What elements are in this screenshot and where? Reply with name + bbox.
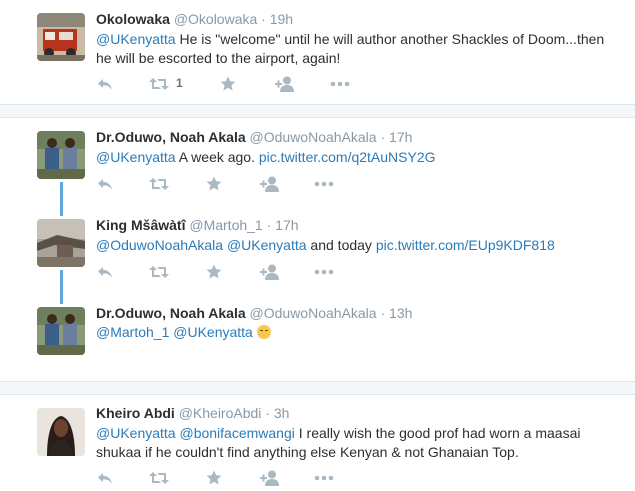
username[interactable]: @OduwoNoahAkala xyxy=(250,305,377,321)
dot-separator: · xyxy=(265,405,270,421)
retweet-count: 1 xyxy=(176,76,183,90)
tweet-header: Okolowaka @Okolowaka · 19h xyxy=(96,11,293,27)
more-dots-icon[interactable] xyxy=(330,75,350,93)
tweet-text: @UKenyatta A week ago. pic.twitter.com/q… xyxy=(96,148,616,167)
mention-link[interactable]: @UKenyatta xyxy=(173,324,253,340)
favorite-star-icon[interactable] xyxy=(205,263,223,281)
reply-icon[interactable] xyxy=(96,175,114,193)
pic-link[interactable]: pic.twitter.com/EUp9KDF818 xyxy=(376,237,555,253)
text-segment: and today xyxy=(306,237,376,253)
display-name[interactable]: Dr.Oduwo, Noah Akala xyxy=(96,129,246,145)
thread-line xyxy=(60,182,63,216)
tweet-header: King Mšâwàtî @Martoh_1 · 17h xyxy=(96,217,299,233)
tweet-header: Dr.Oduwo, Noah Akala @OduwoNoahAkala · 1… xyxy=(96,305,412,321)
pic-link[interactable]: pic.twitter.com/q2tAuNSY2G xyxy=(259,149,436,165)
mention-link[interactable]: @UKenyatta xyxy=(96,149,176,165)
reply-icon[interactable] xyxy=(96,469,114,487)
display-name[interactable]: Dr.Oduwo, Noah Akala xyxy=(96,305,246,321)
retweet-icon[interactable] xyxy=(148,263,170,281)
avatar[interactable] xyxy=(37,13,85,61)
thread-line xyxy=(60,270,63,304)
username[interactable]: @KheiroAbdi xyxy=(179,405,262,421)
dot-separator: · xyxy=(380,305,386,321)
tweet-text: @OduwoNoahAkala @UKenyatta and today pic… xyxy=(96,236,616,255)
favorite-star-icon[interactable] xyxy=(219,75,237,93)
tweet-separator xyxy=(0,104,635,118)
mention-link[interactable]: @OduwoNoahAkala xyxy=(96,237,223,253)
follow-user-icon[interactable] xyxy=(275,75,297,93)
retweet-icon[interactable] xyxy=(148,469,170,487)
username[interactable]: @OduwoNoahAkala xyxy=(250,129,377,145)
avatar[interactable] xyxy=(37,307,85,355)
mention-link[interactable]: @Martoh_1 xyxy=(96,324,169,340)
retweet-icon[interactable] xyxy=(148,75,170,93)
dot-separator: · xyxy=(261,11,266,27)
tweet-header: Dr.Oduwo, Noah Akala @OduwoNoahAkala · 1… xyxy=(96,129,412,145)
reply-icon[interactable] xyxy=(96,75,114,93)
dot-separator: · xyxy=(266,217,272,233)
follow-user-icon[interactable] xyxy=(260,469,282,487)
mention-link[interactable]: @bonifacemwangi xyxy=(179,425,294,441)
timestamp[interactable]: 17h xyxy=(389,129,412,145)
follow-user-icon[interactable] xyxy=(260,175,282,193)
username[interactable]: @Martoh_1 xyxy=(189,217,262,233)
username[interactable]: @Okolowaka xyxy=(174,11,257,27)
favorite-star-icon[interactable] xyxy=(205,469,223,487)
avatar[interactable] xyxy=(37,219,85,267)
mention-link[interactable]: @UKenyatta xyxy=(96,31,176,47)
avatar[interactable] xyxy=(37,408,85,456)
sleepy-face-emoji xyxy=(256,325,271,339)
more-dots-icon[interactable] xyxy=(314,469,334,487)
mention-link[interactable]: @UKenyatta xyxy=(227,237,307,253)
timestamp[interactable]: 13h xyxy=(389,305,412,321)
display-name[interactable]: Kheiro Abdi xyxy=(96,405,175,421)
text-segment: A week ago. xyxy=(175,149,259,165)
reply-icon[interactable] xyxy=(96,263,114,281)
dot-separator: · xyxy=(380,129,386,145)
favorite-star-icon[interactable] xyxy=(205,175,223,193)
tweet-text: @Martoh_1 @UKenyatta xyxy=(96,323,616,342)
more-dots-icon[interactable] xyxy=(314,263,334,281)
timestamp[interactable]: 17h xyxy=(275,217,298,233)
display-name[interactable]: Okolowaka xyxy=(96,11,170,27)
retweet-icon[interactable] xyxy=(148,175,170,193)
display-name[interactable]: King Mšâwàtî xyxy=(96,217,185,233)
timestamp[interactable]: 3h xyxy=(274,405,290,421)
more-dots-icon[interactable] xyxy=(314,175,334,193)
tweet-text: @UKenyatta @bonifacemwangi I really wish… xyxy=(96,424,616,462)
follow-user-icon[interactable] xyxy=(260,263,282,281)
tweet-separator xyxy=(0,381,635,395)
timestamp[interactable]: 19h xyxy=(270,11,293,27)
tweet-text: @UKenyatta He is "welcome" until he will… xyxy=(96,30,616,68)
tweet-header: Kheiro Abdi @KheiroAbdi · 3h xyxy=(96,405,289,421)
avatar[interactable] xyxy=(37,131,85,179)
mention-link[interactable]: @UKenyatta xyxy=(96,425,176,441)
